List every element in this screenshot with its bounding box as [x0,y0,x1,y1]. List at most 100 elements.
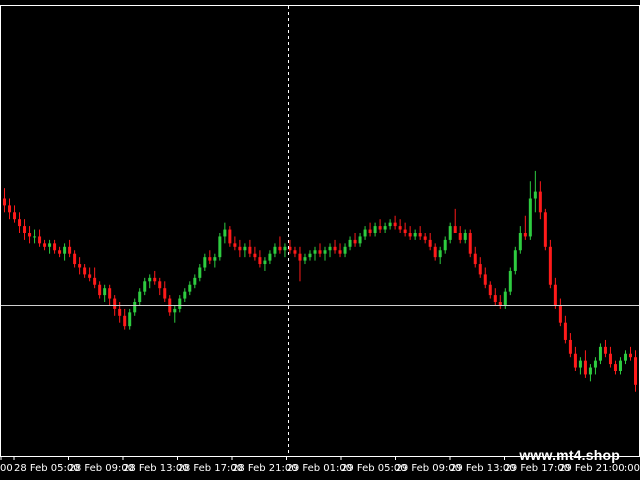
candle-body [323,250,327,254]
candle-body [458,233,462,240]
candle-body [623,353,627,361]
candle-body [173,308,177,313]
candle-body [338,250,342,254]
candle-body [328,246,332,251]
candle-body [613,364,617,371]
candle-body [153,277,157,282]
candle-body [48,243,52,247]
candle-body [98,284,102,296]
candle-body [343,246,347,254]
candle-body [103,288,107,296]
watermark: www.mt4.shop [519,447,620,463]
candle-body [418,233,422,237]
candle-body [138,291,142,302]
candle-body [208,257,212,261]
candle-body [188,284,192,292]
candle-body [393,222,397,227]
candle-body [283,246,287,251]
candle-body [178,298,182,309]
candle-body [58,250,62,254]
candle-body [593,360,597,368]
candle-body [158,281,162,289]
candle-body [333,246,337,251]
candle-body [213,257,217,261]
candle-body [13,212,17,220]
candle-body [3,198,7,206]
candle-body [538,191,542,213]
candle-body [298,253,302,261]
candle-body [478,264,482,275]
candle-body [303,257,307,261]
candle-body [313,250,317,254]
candle-body [413,233,417,237]
candle-body [508,270,512,292]
candle-body [143,281,147,292]
candle-body [253,253,257,258]
candle-body [363,229,367,237]
candle-body [568,339,572,354]
candle-body [598,346,602,361]
candle-body [68,246,72,254]
candle-body [428,239,432,247]
candle-body [73,253,77,265]
candle-body [113,298,117,309]
candle-body [273,246,277,254]
candle-body [263,260,267,265]
candle-body [453,226,457,233]
candle-body [513,250,517,271]
candle-body [438,250,442,258]
candle-body [448,226,452,240]
x-tick-label: 00 [0,463,13,474]
x-tick-label: 29 Feb 21:00 [559,463,625,474]
candle-body [228,229,232,244]
candle-body [118,308,122,316]
candle-body [498,302,502,306]
candle-body [8,205,12,213]
candle-body [93,277,97,285]
candle-body [318,250,322,254]
candle-body [403,229,407,233]
candle-body [503,291,507,306]
candle-body [633,357,637,385]
candle-body [383,226,387,230]
candle-body [203,257,207,268]
candle-body [588,367,592,375]
candle-body [443,239,447,251]
candle-body [583,360,587,375]
candle-body [373,226,377,233]
candle-body [163,288,167,299]
candle-body [238,246,242,251]
candle-body [368,229,372,233]
candle-body [38,236,42,244]
candle-body [553,284,557,306]
candle-body [488,284,492,296]
candle-body [378,226,382,230]
candle-body [388,222,392,227]
candle-body [353,239,357,244]
candle-body [618,360,622,371]
candle-body [628,353,632,358]
candle-body [463,233,467,240]
candle-body [223,229,227,237]
candle-body [278,246,282,251]
x-tick-label: :00 [624,463,640,474]
candle-body [133,302,137,313]
candle-body [518,233,522,251]
candle-body [18,219,22,227]
candle-body [523,233,527,237]
candle-body [83,267,87,275]
candle-body [558,305,562,323]
candle-body [28,233,32,237]
candle-body [603,346,607,354]
candle-body [23,226,27,233]
candle-body [108,288,112,299]
candle-body [63,246,67,254]
candle-body [198,267,202,278]
candle-body [423,236,427,240]
candle-body [473,253,477,265]
candle-body [358,236,362,244]
candle-body [243,246,247,251]
candle-body [573,353,577,368]
candle-body [53,243,57,251]
candle-body [308,253,312,258]
